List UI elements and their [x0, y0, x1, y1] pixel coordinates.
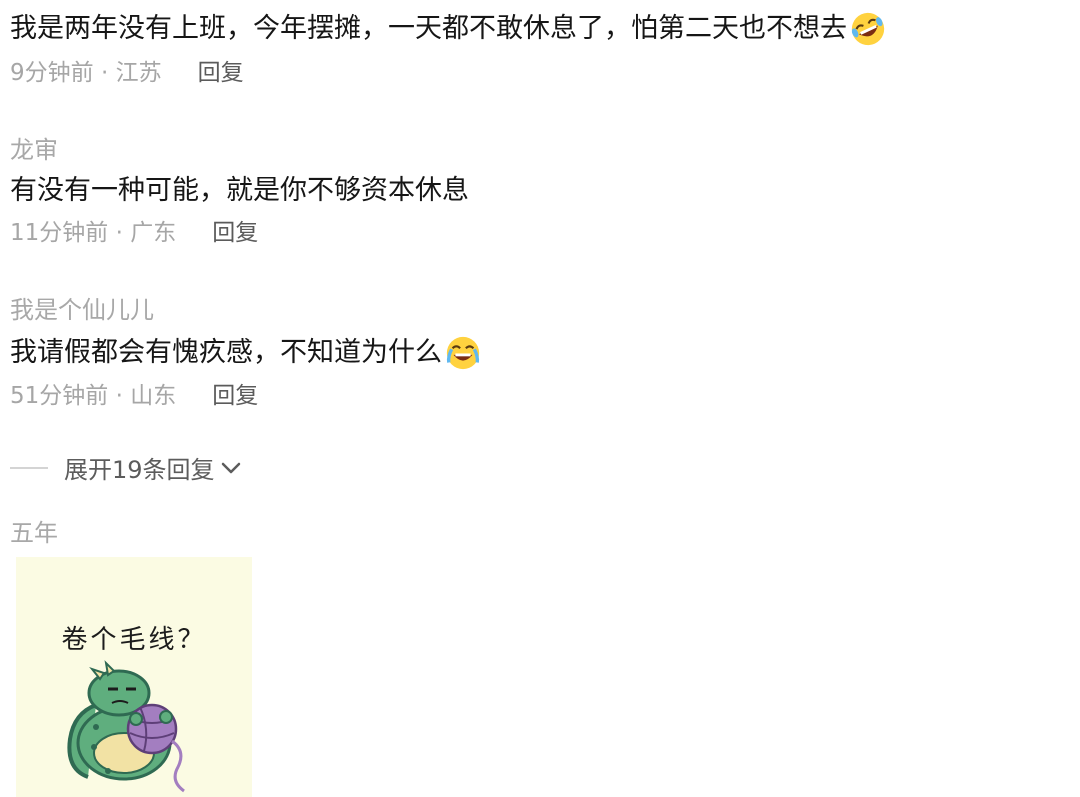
reply-button[interactable]: 回复 — [212, 218, 258, 248]
comment-time-location: 9分钟前 · 江苏 — [10, 60, 162, 86]
chevron-down-icon — [221, 462, 240, 473]
comment-username[interactable]: 我是个仙儿儿 — [10, 295, 1080, 325]
dragon-yarn-icon — [67, 660, 185, 793]
comment-body: 我请假都会有愧疚感，不知道为什么 — [10, 337, 442, 368]
reply-button[interactable]: 回复 — [198, 58, 244, 88]
comment-text: 我请假都会有愧疚感，不知道为什么 — [10, 334, 1080, 372]
reply-button[interactable]: 回复 — [212, 381, 258, 411]
comment-username[interactable]: 龙审 — [10, 135, 1080, 165]
sticker-image[interactable]: 卷个毛线？ — [16, 557, 252, 797]
rofl-emoji-icon — [851, 12, 885, 46]
comment-meta: 51分钟前 · 山东 回复 — [10, 381, 1080, 411]
divider-line — [10, 466, 48, 469]
comment-time-location: 11分钟前 · 广东 — [10, 220, 177, 246]
comment-username[interactable]: 五年 — [10, 518, 1080, 548]
expand-replies-button[interactable]: 展开19条回复 — [10, 450, 1080, 485]
comment-meta: 9分钟前 · 江苏 回复 — [10, 58, 1080, 88]
comment-body: 我是两年没有上班，今年摆摊，一天都不敢休息了，怕第二天也不想去 — [10, 13, 847, 44]
crying-laughing-emoji-icon — [446, 336, 480, 370]
expand-replies-label: 展开19条回复 — [64, 456, 215, 484]
comment-text: 我是两年没有上班，今年摆摊，一天都不敢休息了，怕第二天也不想去 — [10, 10, 1080, 48]
comment-text: 有没有一种可能，就是你不够资本休息 — [10, 173, 1080, 209]
comment-body: 有没有一种可能，就是你不够资本休息 — [10, 175, 469, 206]
comment-time-location: 51分钟前 · 山东 — [10, 383, 177, 409]
comment-meta: 11分钟前 · 广东 回复 — [10, 218, 1080, 248]
